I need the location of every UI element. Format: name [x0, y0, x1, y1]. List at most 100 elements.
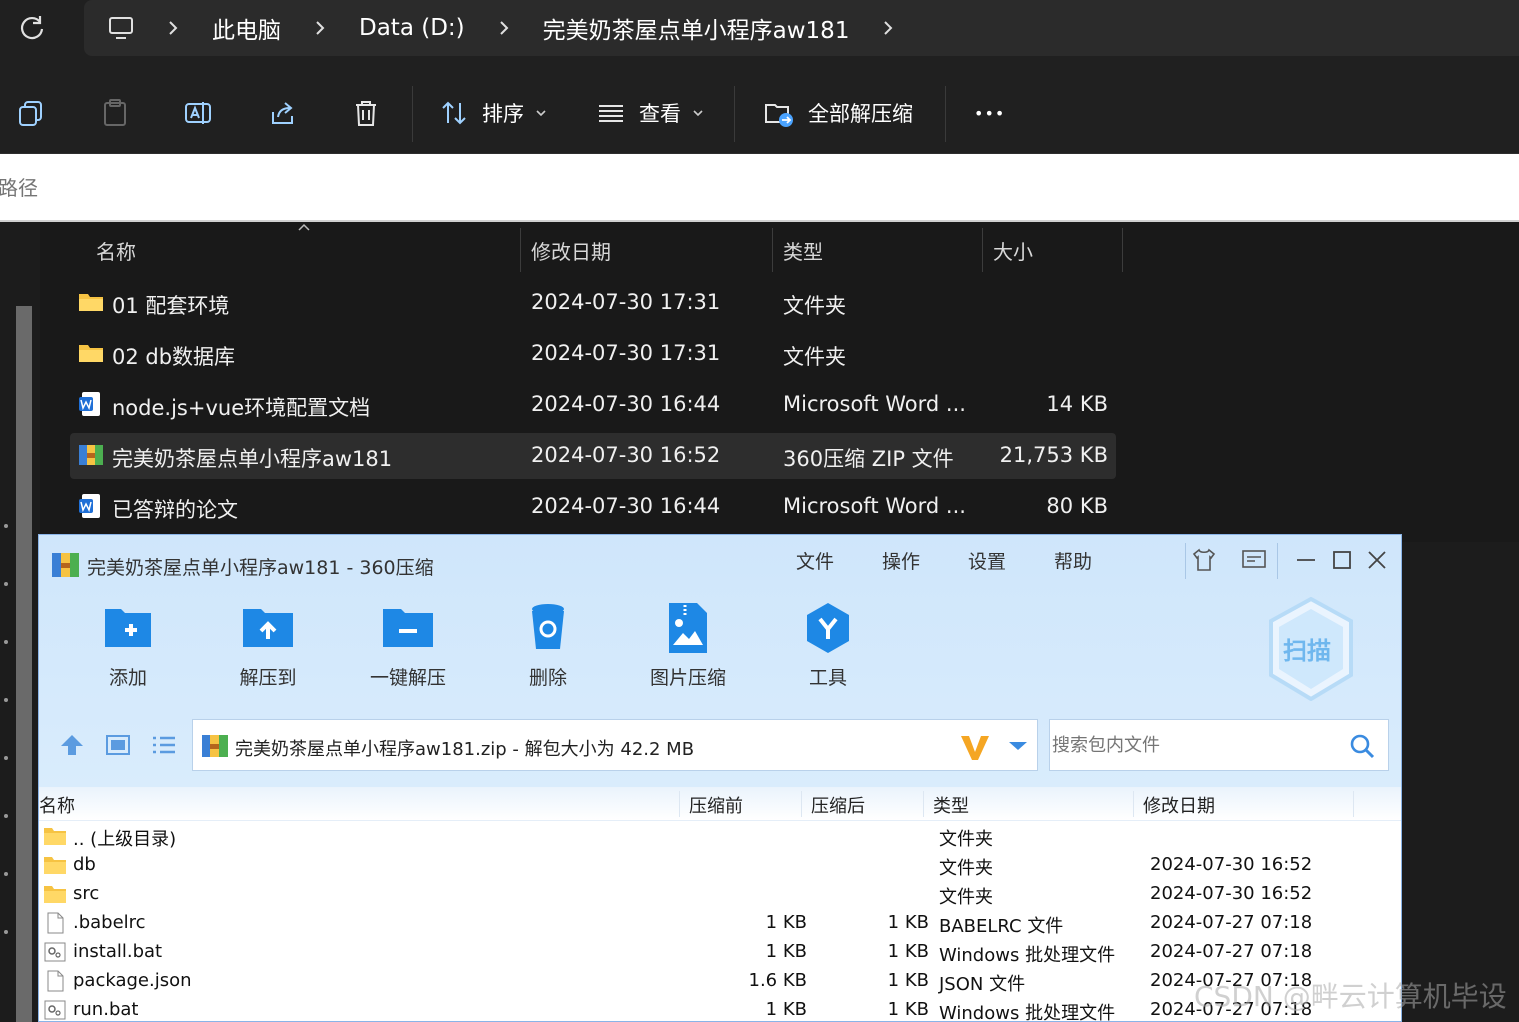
column-divider: [1133, 791, 1134, 817]
zip-item-name: install.bat: [73, 941, 163, 962]
breadcrumb-drive-d[interactable]: Data (D:): [359, 15, 465, 41]
column-header-name[interactable]: 名称: [86, 228, 521, 272]
zip-item-after: 1 KB: [887, 999, 929, 1020]
chevron-right-icon: [169, 21, 178, 35]
zip-archive-icon: [202, 735, 228, 757]
message-icon[interactable]: [1241, 547, 1267, 573]
navigation-pane: [0, 222, 40, 1022]
zip-menu-operation[interactable]: 操作: [882, 547, 920, 574]
file-type: Microsoft Word ...: [783, 494, 966, 518]
zip-column-after[interactable]: 压缩后: [811, 792, 865, 818]
zip-column-before[interactable]: 压缩前: [689, 792, 743, 818]
zip-list-item[interactable]: .babelrc 1 KB 1 KB BABELRC 文件 2024-07-27…: [39, 909, 1401, 938]
zip-one-click-extract-button[interactable]: 一键解压: [348, 601, 468, 701]
file-type: Microsoft Word ...: [783, 392, 966, 416]
explorer-address-bar: 此电脑 Data (D:) 完美奶茶屋点单小程序aw181: [0, 0, 1519, 70]
file-row[interactable]: 02 db数据库 2024-07-30 17:31 文件夹: [70, 331, 1116, 377]
list-view-icon[interactable]: [151, 733, 177, 757]
batch-file-icon: [44, 1000, 66, 1020]
folder-icon: [79, 294, 103, 311]
chevron-right-icon: [316, 21, 325, 35]
file-name: 01 配套环境: [112, 294, 230, 318]
view-button[interactable]: 查看: [597, 90, 717, 136]
search-icon[interactable]: [1348, 732, 1376, 760]
file-date: 2024-07-30 16:52: [531, 443, 721, 467]
zip-list-item[interactable]: install.bat 1 KB 1 KB Windows 批处理文件 2024…: [39, 938, 1401, 967]
zip-tools-button[interactable]: 工具: [768, 601, 888, 701]
zip-column-name[interactable]: 名称: [39, 792, 75, 818]
recycle-bin-icon: [532, 604, 564, 649]
sort-button[interactable]: 排序: [440, 90, 560, 136]
word-doc-icon: [79, 494, 100, 518]
file-size: 21,753 KB: [999, 443, 1108, 467]
folder-icon: [44, 886, 66, 903]
view-button-label: 查看: [639, 102, 681, 126]
zip-extract-to-button[interactable]: 解压到: [208, 601, 328, 701]
extract-all-label: 全部解压缩: [808, 102, 913, 126]
zip-menu-help[interactable]: 帮助: [1054, 547, 1092, 574]
up-arrow-icon[interactable]: [59, 733, 85, 757]
zip-list-item[interactable]: db 文件夹 2024-07-30 16:52: [39, 851, 1401, 880]
extract-all-button[interactable]: 全部解压缩: [764, 90, 913, 136]
file-row-selected[interactable]: 完美奶茶屋点单小程序aw181 2024-07-30 16:52 360压缩 Z…: [70, 433, 1116, 479]
v-logo-icon[interactable]: [959, 732, 991, 762]
scan-button[interactable]: 扫描: [1267, 596, 1355, 702]
zip-address-bar[interactable]: 完美奶茶屋点单小程序aw181.zip - 解包大小为 42.2 MB: [192, 719, 1038, 771]
nav-bullet: [4, 582, 8, 586]
column-header-type[interactable]: 类型: [773, 228, 983, 272]
file-type: 文件夹: [783, 345, 846, 369]
zip-archive-icon: [79, 445, 103, 465]
zip-add-button[interactable]: 添加: [68, 601, 188, 701]
more-options-button[interactable]: •••: [974, 90, 1005, 136]
zip-column-type[interactable]: 类型: [933, 792, 969, 818]
copy-icon[interactable]: [16, 98, 46, 128]
zip-image-compress-button[interactable]: 图片压缩: [628, 601, 748, 701]
file-row[interactable]: 已答辩的论文 2024-07-30 16:44 Microsoft Word .…: [70, 484, 1116, 530]
column-header-date[interactable]: 修改日期: [521, 228, 773, 272]
zip-menu-settings[interactable]: 设置: [968, 547, 1006, 574]
breadcrumb[interactable]: 此电脑 Data (D:) 完美奶茶屋点单小程序aw181: [84, 0, 1519, 56]
title-divider: [1185, 543, 1186, 579]
zip-column-date[interactable]: 修改日期: [1143, 792, 1215, 818]
file-name: 完美奶茶屋点单小程序aw181: [112, 447, 393, 471]
maximize-icon[interactable]: [1329, 547, 1355, 573]
breadcrumb-this-pc[interactable]: 此电脑: [212, 11, 281, 45]
path-input[interactable]: [0, 168, 700, 208]
zip-item-date: 2024-07-27 07:18: [1150, 912, 1313, 933]
zip-column-headers: 名称 压缩前 压缩后 类型 修改日期: [39, 787, 1401, 821]
close-icon[interactable]: [1364, 547, 1390, 573]
add-folder-icon: [105, 609, 151, 647]
computer-icon[interactable]: [108, 16, 134, 40]
share-icon[interactable]: [268, 98, 298, 128]
zip-item-after: 1 KB: [887, 970, 929, 991]
paste-icon[interactable]: [100, 98, 130, 128]
dropdown-arrow-icon[interactable]: [1007, 740, 1029, 752]
column-header-size[interactable]: 大小: [983, 228, 1123, 272]
nav-pane-scrollbar[interactable]: [16, 306, 32, 1022]
zip-search-input[interactable]: [1052, 728, 1342, 762]
zip-list-item[interactable]: src 文件夹 2024-07-30 16:52: [39, 880, 1401, 909]
file-row[interactable]: node.js+vue环境配置文档 2024-07-30 16:44 Micro…: [70, 382, 1116, 428]
toolbar-divider: [412, 86, 413, 142]
nav-bullet: [4, 640, 8, 644]
zip-delete-button[interactable]: 删除: [488, 601, 608, 701]
file-row[interactable]: 01 配套环境 2024-07-30 17:31 文件夹: [70, 280, 1116, 326]
sort-button-label: 排序: [482, 102, 524, 126]
zip-search-box: [1049, 719, 1389, 771]
breadcrumb-current-folder[interactable]: 完美奶茶屋点单小程序aw181: [543, 11, 850, 45]
thumbnail-view-icon[interactable]: [105, 733, 131, 757]
file-type: 360压缩 ZIP 文件: [783, 447, 954, 471]
skin-shirt-icon[interactable]: [1191, 547, 1217, 573]
zip-list-item[interactable]: .. (上级目录) 文件夹: [39, 822, 1401, 851]
zip-item-after: 1 KB: [887, 941, 929, 962]
chevron-right-icon[interactable]: [881, 21, 895, 35]
zip-item-before: 1 KB: [765, 941, 807, 962]
delete-icon[interactable]: [351, 98, 381, 128]
minimize-icon[interactable]: [1293, 547, 1319, 573]
rename-icon[interactable]: [183, 98, 213, 128]
zip-one-click-extract-label: 一键解压: [369, 667, 446, 689]
refresh-icon[interactable]: [18, 14, 46, 42]
zip-menu-file[interactable]: 文件: [796, 547, 834, 574]
zip-item-type: Windows 批处理文件: [939, 1003, 1116, 1022]
zip-extract-to-label: 解压到: [239, 667, 297, 689]
